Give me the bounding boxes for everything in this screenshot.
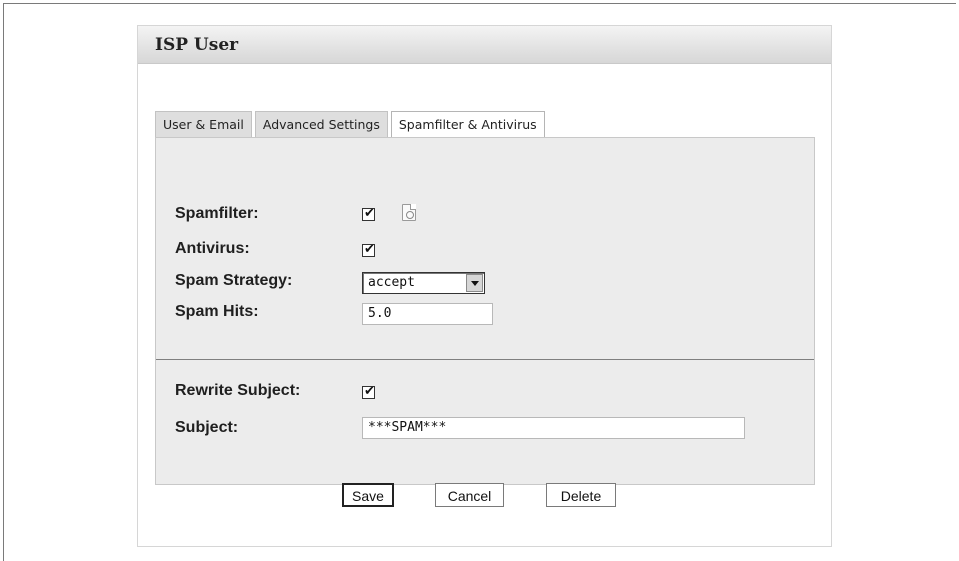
figure-frame-top — [3, 3, 956, 4]
spam-strategy-value: accept — [368, 275, 415, 290]
tab-content: Spamfilter: ✔ Antivirus: ✔ Spam Strategy… — [155, 137, 815, 485]
panel-header: ISP User — [138, 26, 831, 64]
tab-bar: User & Email Advanced Settings Spamfilte… — [155, 111, 548, 138]
chevron-down-icon[interactable] — [466, 274, 483, 292]
spam-hits-label: Spam Hits: — [175, 303, 259, 320]
spam-hits-value: 5.0 — [368, 306, 392, 321]
cancel-button[interactable]: Cancel — [435, 483, 504, 507]
subject-input[interactable]: ***SPAM*** — [362, 417, 745, 439]
tab-spamfilter-antivirus[interactable]: Spamfilter & Antivirus — [390, 111, 545, 138]
rewrite-subject-checkbox[interactable]: ✔ — [362, 384, 375, 399]
tab-advanced-settings[interactable]: Advanced Settings — [254, 111, 388, 137]
rewrite-subject-label: Rewrite Subject: — [175, 382, 301, 399]
subject-value: ***SPAM*** — [368, 420, 447, 435]
checkmark-icon: ✔ — [364, 206, 375, 221]
section-divider — [156, 359, 814, 360]
checkmark-icon: ✔ — [364, 384, 375, 399]
spamfilter-label: Spamfilter: — [175, 205, 259, 222]
antivirus-checkbox[interactable]: ✔ — [362, 242, 375, 257]
figure-frame-left — [3, 3, 4, 561]
panel-title: ISP User — [155, 35, 239, 55]
spam-strategy-label: Spam Strategy: — [175, 272, 293, 289]
delete-button[interactable]: Delete — [546, 483, 616, 507]
tab-user-email[interactable]: User & Email — [155, 111, 252, 137]
spam-hits-input[interactable]: 5.0 — [362, 303, 493, 325]
spamfilter-checkbox[interactable]: ✔ — [362, 206, 375, 221]
isp-user-panel: ISP User User & Email Advanced Settings … — [137, 25, 832, 547]
spam-strategy-select[interactable]: accept — [362, 272, 485, 294]
save-button[interactable]: Save — [342, 483, 394, 507]
antivirus-label: Antivirus: — [175, 240, 250, 257]
subject-label: Subject: — [175, 419, 239, 436]
checkmark-icon: ✔ — [364, 242, 375, 257]
info-icon[interactable] — [402, 204, 416, 221]
info-icon-dot — [406, 211, 414, 219]
